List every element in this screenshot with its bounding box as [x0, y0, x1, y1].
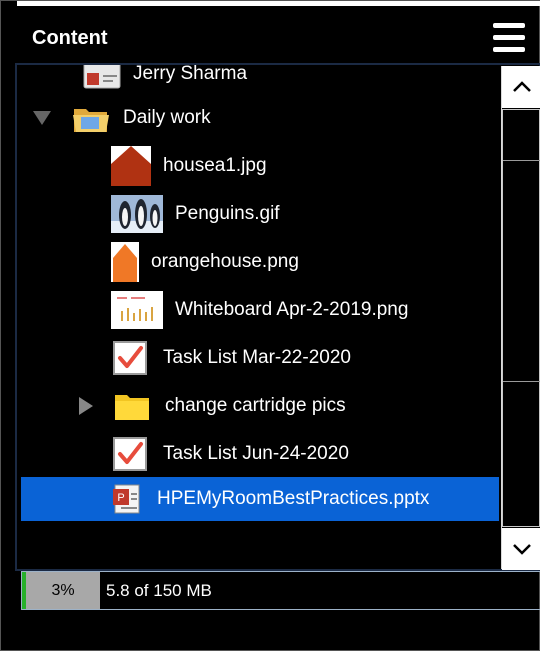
- disclosure-collapsed-icon[interactable]: [79, 397, 93, 415]
- tree-item-label: Daily work: [123, 107, 211, 128]
- contact-card-icon: [83, 65, 121, 89]
- folder-icon: [73, 109, 109, 132]
- task-list-icon: [113, 437, 147, 471]
- tree-item-label: Whiteboard Apr-2-2019.png: [175, 299, 409, 320]
- tree-item-housea1-jpg[interactable]: housea1.jpg: [111, 143, 267, 189]
- task-list-icon: [113, 341, 147, 375]
- tree-item-jerry-sharma[interactable]: Jerry Sharma: [83, 63, 248, 97]
- tree-item-task-list-jun-24-2020[interactable]: Task List Jun-24-2020: [111, 431, 349, 477]
- vertical-scrollbar[interactable]: [501, 66, 540, 570]
- tree-item-label: Jerry Sharma: [133, 63, 248, 84]
- scroll-up-button[interactable]: [502, 66, 540, 108]
- image-thumbnail-icon: [111, 242, 139, 282]
- storage-usage-text: 5.8 of 150 MB: [106, 580, 212, 600]
- tree-item-task-list-mar-22-2020[interactable]: Task List Mar-22-2020: [111, 335, 351, 381]
- tree-item-penguins-gif[interactable]: Penguins.gif: [111, 191, 280, 237]
- scroll-down-button[interactable]: [502, 528, 540, 570]
- tree-item-label: change cartridge pics: [165, 395, 346, 416]
- content-tree: Jerry Sharma Daily work housea1.jpg Peng…: [15, 63, 540, 571]
- panel-title: Content: [32, 27, 108, 49]
- chevron-up-icon: [513, 81, 531, 92]
- tree-item-label: orangehouse.png: [151, 251, 299, 272]
- tree-item-label: Task List Mar-22-2020: [163, 347, 351, 368]
- svg-text:P: P: [117, 492, 124, 504]
- tree-item-daily-work[interactable]: Daily work: [71, 95, 211, 141]
- top-strip: [17, 1, 540, 6]
- image-thumbnail-icon: [111, 195, 163, 233]
- content-panel: Content Jerry Sharma Daily work housea1.…: [0, 0, 540, 651]
- tree-item-label: Penguins.gif: [175, 203, 280, 224]
- pptx-file-icon: P: [113, 484, 140, 514]
- storage-status-bar: 3% 5.8 of 150 MB: [21, 571, 540, 610]
- hamburger-menu-icon[interactable]: [493, 23, 525, 53]
- folder-icon: [115, 395, 149, 420]
- tree-item-orangehouse-png[interactable]: orangehouse.png: [111, 239, 299, 285]
- disclosure-expanded-icon[interactable]: [33, 111, 51, 125]
- chevron-down-icon: [513, 544, 531, 555]
- storage-percent: 3%: [22, 572, 100, 609]
- tree-item-label: housea1.jpg: [163, 155, 267, 176]
- tree-item-label: Task List Jun-24-2020: [163, 443, 349, 464]
- scroll-track[interactable]: [502, 109, 540, 527]
- tree-item-label: HPEMyRoomBestPractices.pptx: [157, 488, 430, 509]
- tree-item-change-cartridge-pics[interactable]: change cartridge pics: [113, 383, 346, 429]
- image-thumbnail-icon: [111, 146, 151, 186]
- tree-item-hpemyroombestpractices-pptx[interactable]: P HPEMyRoomBestPractices.pptx: [21, 477, 499, 521]
- image-thumbnail-icon: [111, 291, 163, 329]
- tree-item-whiteboard-png[interactable]: Whiteboard Apr-2-2019.png: [111, 287, 408, 333]
